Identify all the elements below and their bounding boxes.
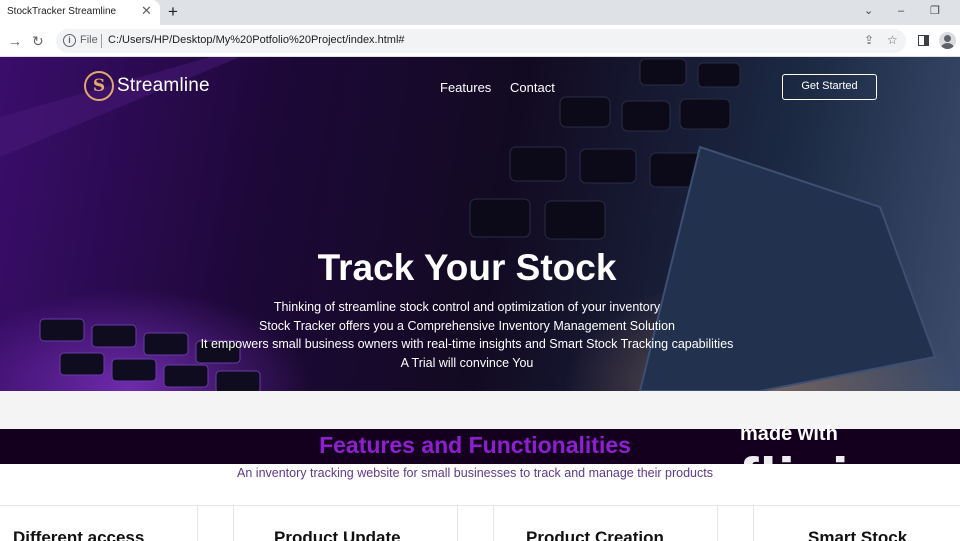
get-started-button[interactable]: Get Started (782, 74, 877, 100)
tab-close-icon[interactable]: ✕ (141, 4, 152, 17)
brand-name[interactable]: Streamline (117, 75, 210, 97)
hero-line-4: A Trial will convince You (400, 356, 534, 370)
hero-section: S Streamline Features Contact Get Starte… (0, 57, 960, 391)
feature-card-title: Smart Stock (808, 528, 908, 541)
feature-card[interactable]: Product Update (233, 506, 458, 541)
back-arrow-icon[interactable]: → (8, 33, 22, 49)
feature-card[interactable]: Different access (0, 506, 198, 541)
tab-bar: StockTracker Streamline ✕ + ⌄ – ❐ (0, 0, 960, 25)
hero-line-1: Thinking of streamline stock control and… (273, 300, 661, 314)
star-icon[interactable]: ☆ (887, 33, 898, 47)
hero-line-2: Stock Tracker offers you a Comprehensive… (259, 319, 675, 333)
new-tab-button[interactable]: + (168, 2, 178, 22)
feature-card[interactable]: Product Creation (493, 506, 718, 541)
feature-card-title: Product Update (274, 528, 401, 541)
watermark-line2: flixier (738, 446, 911, 515)
profile-icon[interactable] (939, 32, 956, 49)
omnibox-divider (101, 34, 102, 48)
url-text[interactable]: C:/Users/HP/Desktop/My%20Potfolio%20Proj… (108, 34, 405, 46)
restore-button[interactable]: ❐ (930, 3, 940, 19)
site-nav: S Streamline Features Contact Get Starte… (0, 57, 960, 117)
hero-line-3: It empowers small business owners with r… (200, 337, 734, 351)
minimize-button[interactable]: – (898, 3, 904, 19)
address-bar[interactable]: i File C:/Users/HP/Desktop/My%20Potfolio… (56, 29, 906, 53)
browser-tab[interactable]: StockTracker Streamline ✕ (0, 0, 160, 25)
nav-link-contact[interactable]: Contact (510, 80, 555, 95)
share-icon[interactable]: ⇪ (864, 33, 874, 47)
logo-icon[interactable]: S (84, 71, 114, 101)
watermark-line1: made with (740, 423, 838, 445)
side-panel-icon[interactable] (918, 35, 929, 46)
tab-search-icon[interactable]: ⌄ (864, 3, 873, 19)
feature-card-title: Product Creation (526, 528, 664, 541)
scheme-label: File (80, 34, 98, 46)
tab-title: StockTracker Streamline (7, 6, 117, 17)
info-icon[interactable]: i (63, 34, 76, 47)
hero-title: Track Your Stock (317, 247, 617, 288)
reload-icon[interactable]: ↻ (32, 33, 44, 49)
feature-card-title: Different access (13, 528, 145, 541)
nav-link-features[interactable]: Features (440, 80, 491, 95)
browser-toolbar: → ↻ i File C:/Users/HP/Desktop/My%20Potf… (0, 25, 960, 57)
